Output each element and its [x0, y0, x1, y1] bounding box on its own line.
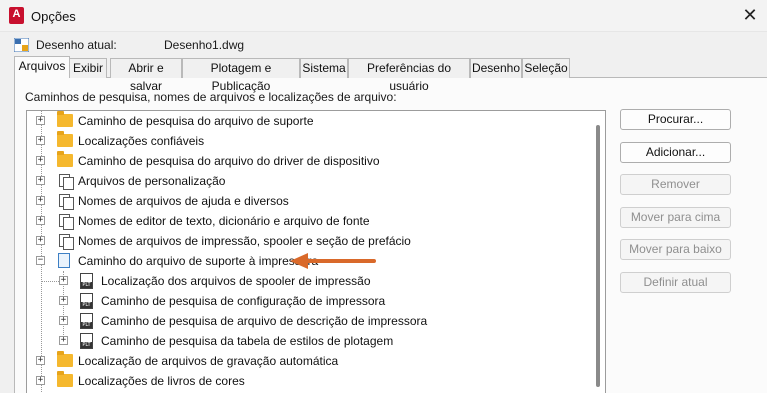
pages-icon — [57, 173, 74, 190]
annotation-arrow-head — [290, 253, 308, 269]
add-button[interactable]: Adicionar... — [620, 142, 731, 163]
expand-icon[interactable]: + — [36, 356, 45, 365]
document-icon — [58, 253, 70, 268]
tree-item-label: Caminho de pesquisa do arquivo de suport… — [78, 114, 314, 128]
tree-item[interactable]: + Arquivos de personalização — [27, 171, 593, 191]
tree-item[interactable]: + Localizações confiáveis — [27, 131, 593, 151]
tree-item[interactable]: + Nomes de editor de texto, dicionário e… — [27, 211, 593, 231]
tree-item-label: Caminho de pesquisa do arquivo do driver… — [78, 154, 380, 168]
autocad-app-icon: A — [9, 7, 24, 24]
collapse-icon[interactable]: − — [36, 256, 45, 265]
remove-button[interactable]: Remover — [620, 174, 731, 195]
expand-icon[interactable]: + — [36, 196, 45, 205]
folder-icon — [57, 371, 73, 387]
tab-selecao[interactable]: Seleção — [522, 58, 570, 78]
tree-item[interactable]: + Caminho de pesquisa do arquivo do driv… — [27, 151, 593, 171]
scrollbar-thumb[interactable] — [596, 125, 600, 387]
tree-item-label: Caminho do arquivo de suporte à impresso… — [78, 254, 319, 268]
annotation-arrow — [304, 259, 376, 263]
tab-desenho[interactable]: Desenho — [470, 58, 522, 78]
tree-item-label: Localização dos arquivos de spooler de i… — [101, 274, 371, 288]
plt-file-icon — [80, 313, 93, 329]
browse-button[interactable]: Procurar... — [620, 109, 731, 130]
tab-sistema[interactable]: Sistema — [300, 58, 348, 78]
expand-icon[interactable]: + — [36, 116, 45, 125]
plt-file-icon — [80, 293, 93, 309]
expand-icon[interactable]: + — [36, 216, 45, 225]
pages-icon — [57, 213, 74, 230]
folder-icon — [57, 351, 73, 367]
expand-icon[interactable]: + — [36, 156, 45, 165]
pages-icon — [57, 233, 74, 250]
folder-icon — [57, 111, 73, 127]
tree-item-label: Caminho de pesquisa de configuração de i… — [101, 294, 386, 308]
tree-item-label: Localizações de livros de cores — [78, 374, 245, 388]
tab-exibir[interactable]: Exibir — [69, 58, 107, 78]
expand-icon[interactable]: + — [59, 276, 68, 285]
tab-plotagem-e-publicacao[interactable]: Plotagem e Publicação — [182, 58, 300, 93]
window-title: Opções — [31, 9, 76, 24]
expand-icon[interactable]: + — [59, 336, 68, 345]
set-current-button[interactable]: Definir atual — [620, 272, 731, 293]
expand-icon[interactable]: + — [36, 136, 45, 145]
title-bar: A Opções ✕ — [0, 0, 767, 32]
plt-file-icon — [80, 273, 93, 289]
tree-item-label: Nomes de arquivos de impressão, spooler … — [78, 234, 411, 248]
tab-preferencias-do-usuario[interactable]: Preferências do usuário — [348, 58, 470, 93]
tree-item-label: Localizações confiáveis — [78, 134, 205, 148]
tree-item[interactable]: + Localizações de livros de cores — [27, 371, 593, 391]
tree-item-label: Caminho de pesquisa da tabela de estilos… — [101, 334, 394, 348]
tree-item[interactable]: + Localização de arquivos de gravação au… — [27, 351, 593, 371]
tab-arquivos[interactable]: Arquivos — [14, 56, 70, 78]
tree-item[interactable]: + Caminho de pesquisa do arquivo de supo… — [27, 111, 593, 131]
move-down-button[interactable]: Mover para baixo — [620, 239, 731, 260]
current-drawing-name: Desenho1.dwg — [164, 38, 245, 52]
file-paths-tree[interactable]: + Caminho de pesquisa do arquivo de supo… — [26, 110, 606, 393]
expand-icon[interactable]: + — [59, 296, 68, 305]
tree-item-label: Arquivos de personalização — [78, 174, 226, 188]
tree-subitem[interactable]: + Caminho de pesquisa de configuração de… — [27, 291, 593, 311]
tree-subitem[interactable]: + Caminho de pesquisa de arquivo de desc… — [27, 311, 593, 331]
pages-icon — [57, 193, 74, 210]
plt-file-icon — [80, 333, 93, 349]
tree-item-label: Nomes de editor de texto, dicionário e a… — [78, 214, 370, 228]
current-drawing-row: Desenho atual: Desenho1.dwg — [0, 34, 767, 56]
tree-subitem[interactable]: + Localização dos arquivos de spooler de… — [27, 271, 593, 291]
tree-guide-line — [41, 281, 59, 282]
expand-icon[interactable]: + — [36, 176, 45, 185]
tree-item-label: Caminho de pesquisa de arquivo de descri… — [101, 314, 428, 328]
drawing-file-icon — [14, 38, 29, 52]
vertical-scrollbar[interactable] — [593, 111, 605, 393]
close-button[interactable]: ✕ — [736, 4, 764, 28]
expand-icon[interactable]: + — [59, 316, 68, 325]
tree-subitem[interactable]: + Caminho de pesquisa da tabela de estil… — [27, 331, 593, 351]
expand-icon[interactable]: + — [36, 236, 45, 245]
section-label: Caminhos de pesquisa, nomes de arquivos … — [25, 90, 397, 104]
current-drawing-label: Desenho atual: — [36, 38, 117, 52]
expand-icon[interactable]: + — [36, 376, 45, 385]
tab-abrir-e-salvar[interactable]: Abrir e salvar — [110, 58, 182, 93]
tree-item[interactable]: + Nomes de arquivos de ajuda e diversos — [27, 191, 593, 211]
tree-item-label: Localização de arquivos de gravação auto… — [78, 354, 339, 368]
folder-icon — [57, 151, 73, 167]
move-up-button[interactable]: Mover para cima — [620, 207, 731, 228]
tree-item-label: Nomes de arquivos de ajuda e diversos — [78, 194, 289, 208]
tree-item[interactable]: + Nomes de arquivos de impressão, spoole… — [27, 231, 593, 251]
folder-icon — [57, 131, 73, 147]
